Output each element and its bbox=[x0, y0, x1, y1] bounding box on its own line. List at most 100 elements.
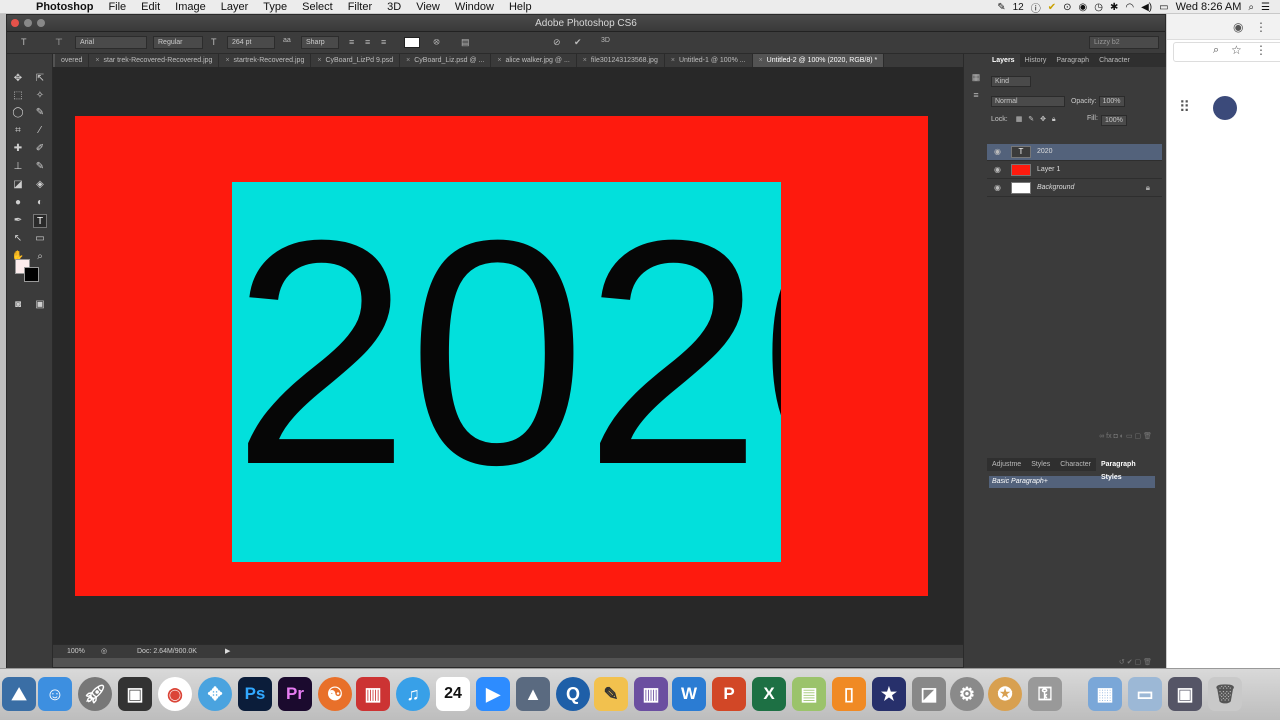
doc-tab[interactable]: × alice walker.jpg @ ... bbox=[491, 54, 577, 67]
bluetooth-icon[interactable]: ✱ bbox=[1110, 2, 1118, 13]
crop-tool-icon[interactable]: ⌗ bbox=[11, 124, 25, 138]
ilife-folder-icon[interactable]: ▦ bbox=[1088, 677, 1122, 711]
visibility-eye-icon[interactable]: ◉ bbox=[994, 183, 1001, 192]
menu-view[interactable]: View bbox=[416, 1, 440, 13]
menu-help[interactable]: Help bbox=[509, 1, 532, 13]
menu-edit[interactable]: Edit bbox=[141, 1, 160, 13]
doc-tab[interactable]: × CyBoard_Liz.psd @ ... bbox=[400, 54, 492, 67]
type-tool-preset-icon[interactable]: T bbox=[21, 37, 27, 47]
image-capture-icon[interactable]: ◪ bbox=[912, 677, 946, 711]
preview-icon[interactable]: ▤ bbox=[792, 677, 826, 711]
tab-paragraph[interactable]: Paragraph bbox=[1051, 54, 1094, 67]
flag-icon[interactable]: ▭ bbox=[1159, 2, 1168, 13]
close-window-button[interactable] bbox=[11, 19, 19, 27]
opacity-input[interactable]: 100% bbox=[1098, 96, 1125, 107]
record-icon[interactable]: ◉ bbox=[1079, 2, 1088, 13]
character-panel-icon[interactable]: ▤ bbox=[461, 37, 470, 48]
wifi-icon[interactable]: ◠ bbox=[1125, 2, 1134, 13]
basic-paragraph-style[interactable]: Basic Paragraph+ bbox=[989, 476, 1155, 488]
lock-pixels-icon[interactable]: ▦ bbox=[1016, 116, 1023, 123]
pen-icon[interactable]: ✎ bbox=[997, 2, 1005, 13]
layer-kind-select[interactable]: Kind bbox=[991, 76, 1031, 87]
firefox-icon[interactable]: ☯ bbox=[318, 677, 352, 711]
menu-select[interactable]: Select bbox=[302, 1, 333, 13]
panel-icon-histogram[interactable]: ≡ bbox=[968, 90, 984, 104]
text-color-swatch[interactable] bbox=[404, 37, 420, 48]
premiere-dock-icon[interactable]: Pr bbox=[278, 677, 312, 711]
battery-count[interactable]: 12 bbox=[1013, 2, 1024, 13]
close-tab-icon[interactable]: × bbox=[406, 57, 410, 64]
orientation-toggle-icon[interactable]: ⊤ bbox=[55, 37, 63, 48]
menu-window[interactable]: Window bbox=[455, 1, 494, 13]
delete-style-icon[interactable]: 🗑︎ bbox=[1143, 659, 1152, 666]
zoom-window-button[interactable] bbox=[37, 19, 45, 27]
menu-3d[interactable]: 3D bbox=[387, 1, 401, 13]
layer-row[interactable]: ◉ Layer 1 bbox=[987, 162, 1162, 179]
healing-brush-icon[interactable]: ✚ bbox=[11, 142, 25, 156]
new-style-icon[interactable]: ▢ bbox=[1135, 659, 1142, 666]
align-left-icon[interactable]: ≡ bbox=[349, 37, 354, 47]
doc-tab[interactable]: × star trek-Recovered-Recovered.jpg bbox=[89, 54, 220, 67]
clear-override-icon[interactable]: ↺ bbox=[1119, 659, 1125, 666]
3d-text-button[interactable]: 3D bbox=[601, 37, 610, 44]
browser-menu-icon[interactable]: ⋮ bbox=[1255, 43, 1267, 57]
sync-icon[interactable]: ⊙ bbox=[1063, 2, 1071, 13]
menu-file[interactable]: File bbox=[108, 1, 126, 13]
align-center-icon[interactable]: ≡ bbox=[365, 37, 370, 47]
pen-tool-icon[interactable]: ✒ bbox=[11, 214, 25, 228]
photo-booth-icon[interactable]: ▥ bbox=[356, 677, 390, 711]
quicktime-icon[interactable]: Q bbox=[556, 677, 590, 711]
redefine-style-icon[interactable]: ✔ bbox=[1127, 659, 1133, 666]
artboard-tool-icon[interactable]: ⇱ bbox=[33, 72, 47, 86]
canvas-text-2020[interactable]: 2020 bbox=[232, 192, 781, 512]
magic-wand-icon[interactable]: ✧ bbox=[33, 89, 47, 103]
calendar-icon[interactable]: 24 bbox=[436, 677, 470, 711]
doc-tab[interactable]: overed bbox=[55, 54, 90, 67]
chrome-icon[interactable]: ◉ bbox=[158, 677, 192, 711]
close-tab-icon[interactable]: × bbox=[497, 57, 501, 64]
workspace-select[interactable]: Lizzy b2 bbox=[1089, 36, 1159, 49]
link-layers-icon[interactable]: ∞ bbox=[1099, 433, 1104, 440]
volume-icon[interactable]: ◀) bbox=[1141, 2, 1152, 13]
dodge-tool-icon[interactable]: ◐ bbox=[33, 196, 47, 210]
visibility-eye-icon[interactable]: ◉ bbox=[994, 147, 1001, 156]
group-icon[interactable]: ▭ bbox=[1126, 433, 1133, 440]
downloads-stack-icon[interactable]: ▣ bbox=[1168, 677, 1202, 711]
tab-adjustments[interactable]: Adjustme bbox=[987, 458, 1026, 471]
keychain-icon[interactable]: ⚿ bbox=[1028, 677, 1062, 711]
eyedropper-icon[interactable]: ⁄ bbox=[33, 124, 47, 138]
layer-row[interactable]: ◉ Background 🔒︎ bbox=[987, 180, 1162, 197]
canvas-area[interactable]: 2020 bbox=[53, 67, 963, 644]
info-icon[interactable]: ⓘ bbox=[1031, 0, 1041, 15]
align-right-icon[interactable]: ≡ bbox=[381, 37, 386, 47]
anti-alias-select[interactable]: Sharp bbox=[301, 36, 339, 49]
menu-image[interactable]: Image bbox=[175, 1, 206, 13]
panel-icon-navigator[interactable]: ▦ bbox=[968, 72, 984, 86]
launchpad-icon[interactable]: 🚀︎ bbox=[78, 677, 112, 711]
powerpoint-icon[interactable]: P bbox=[712, 677, 746, 711]
menu-filter[interactable]: Filter bbox=[348, 1, 372, 13]
close-tab-icon[interactable]: × bbox=[759, 57, 763, 64]
brush-tool-icon[interactable]: ✐ bbox=[33, 142, 47, 156]
finder-icon[interactable]: ☺ bbox=[38, 677, 72, 711]
word-icon[interactable]: W bbox=[672, 677, 706, 711]
layer-row[interactable]: ◉ T 2020 bbox=[987, 144, 1162, 161]
quick-mask-icon[interactable]: ◙ bbox=[11, 298, 25, 312]
clock-icon[interactable]: ◷ bbox=[1094, 2, 1103, 13]
tab-paragraph-styles[interactable]: Paragraph Styles bbox=[1095, 458, 1162, 481]
photoshop-dock-icon[interactable]: Ps bbox=[238, 677, 272, 711]
lock-all-icon[interactable]: 🔒︎ bbox=[1052, 116, 1056, 123]
adjustment-icon[interactable]: ◐ bbox=[1120, 433, 1124, 440]
lock-move-icon[interactable]: ✥ bbox=[1040, 116, 1046, 123]
close-tab-icon[interactable]: × bbox=[583, 57, 587, 64]
background-color-swatch[interactable] bbox=[24, 267, 39, 282]
close-tab-icon[interactable]: × bbox=[95, 57, 99, 64]
safari-icon[interactable]: ✥ bbox=[198, 677, 232, 711]
paint-bucket-icon[interactable]: ◈ bbox=[33, 178, 47, 192]
desktop-stack-icon[interactable]: ⛰ bbox=[2, 677, 36, 711]
menu-clock[interactable]: Wed 8:26 AM bbox=[1176, 1, 1242, 13]
close-tab-icon[interactable]: × bbox=[225, 57, 229, 64]
rectangle-tool-icon[interactable]: ▭ bbox=[33, 232, 47, 246]
cancel-edit-icon[interactable]: ⊘ bbox=[553, 37, 561, 48]
font-book-icon[interactable]: ✪ bbox=[988, 677, 1022, 711]
